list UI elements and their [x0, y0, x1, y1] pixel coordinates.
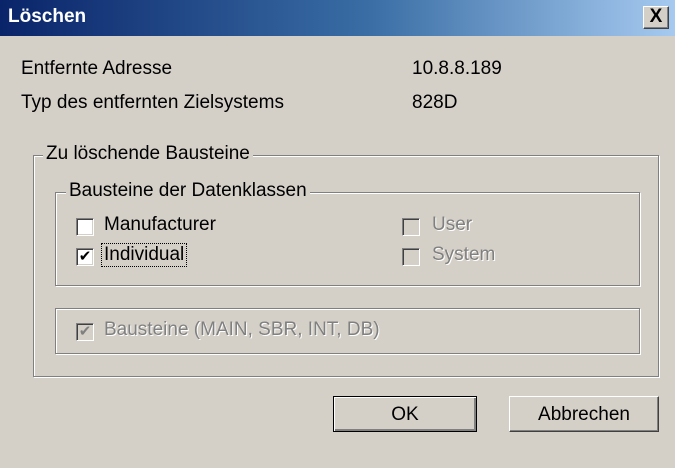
close-icon: X — [649, 6, 663, 27]
target-type-label: Typ des entfernten Zielsystems — [21, 92, 284, 113]
checkmark-icon: ✔ — [78, 323, 92, 340]
data-classes-group-title: Bausteine der Datenklassen — [66, 180, 310, 202]
delete-blocks-group-title: Zu löschende Bausteine — [43, 143, 253, 165]
cancel-button[interactable]: Abbrechen — [509, 396, 659, 432]
title-bar: Löschen X — [0, 0, 675, 36]
remote-address-label: Entfernte Adresse — [21, 58, 173, 79]
data-classes-group — [55, 192, 640, 286]
individual-label[interactable]: Individual — [100, 243, 188, 267]
close-button[interactable]: X — [643, 6, 669, 29]
checkmark-icon: ✔ — [78, 248, 92, 265]
target-type-value: 828D — [412, 92, 458, 113]
system-checkbox — [402, 248, 420, 266]
ok-button[interactable]: OK — [333, 396, 477, 432]
blocks-checkbox: ✔ — [76, 323, 94, 341]
user-label: User — [432, 214, 473, 235]
user-checkbox — [402, 218, 420, 236]
blocks-label: Bausteine (MAIN, SBR, INT, DB) — [104, 319, 380, 340]
system-label: System — [432, 244, 496, 265]
individual-checkbox[interactable]: ✔ — [76, 248, 94, 266]
dialog-title: Löschen — [8, 6, 87, 27]
remote-address-value: 10.8.8.189 — [412, 58, 502, 79]
manufacturer-checkbox[interactable] — [76, 218, 94, 236]
manufacturer-label[interactable]: Manufacturer — [104, 214, 216, 236]
